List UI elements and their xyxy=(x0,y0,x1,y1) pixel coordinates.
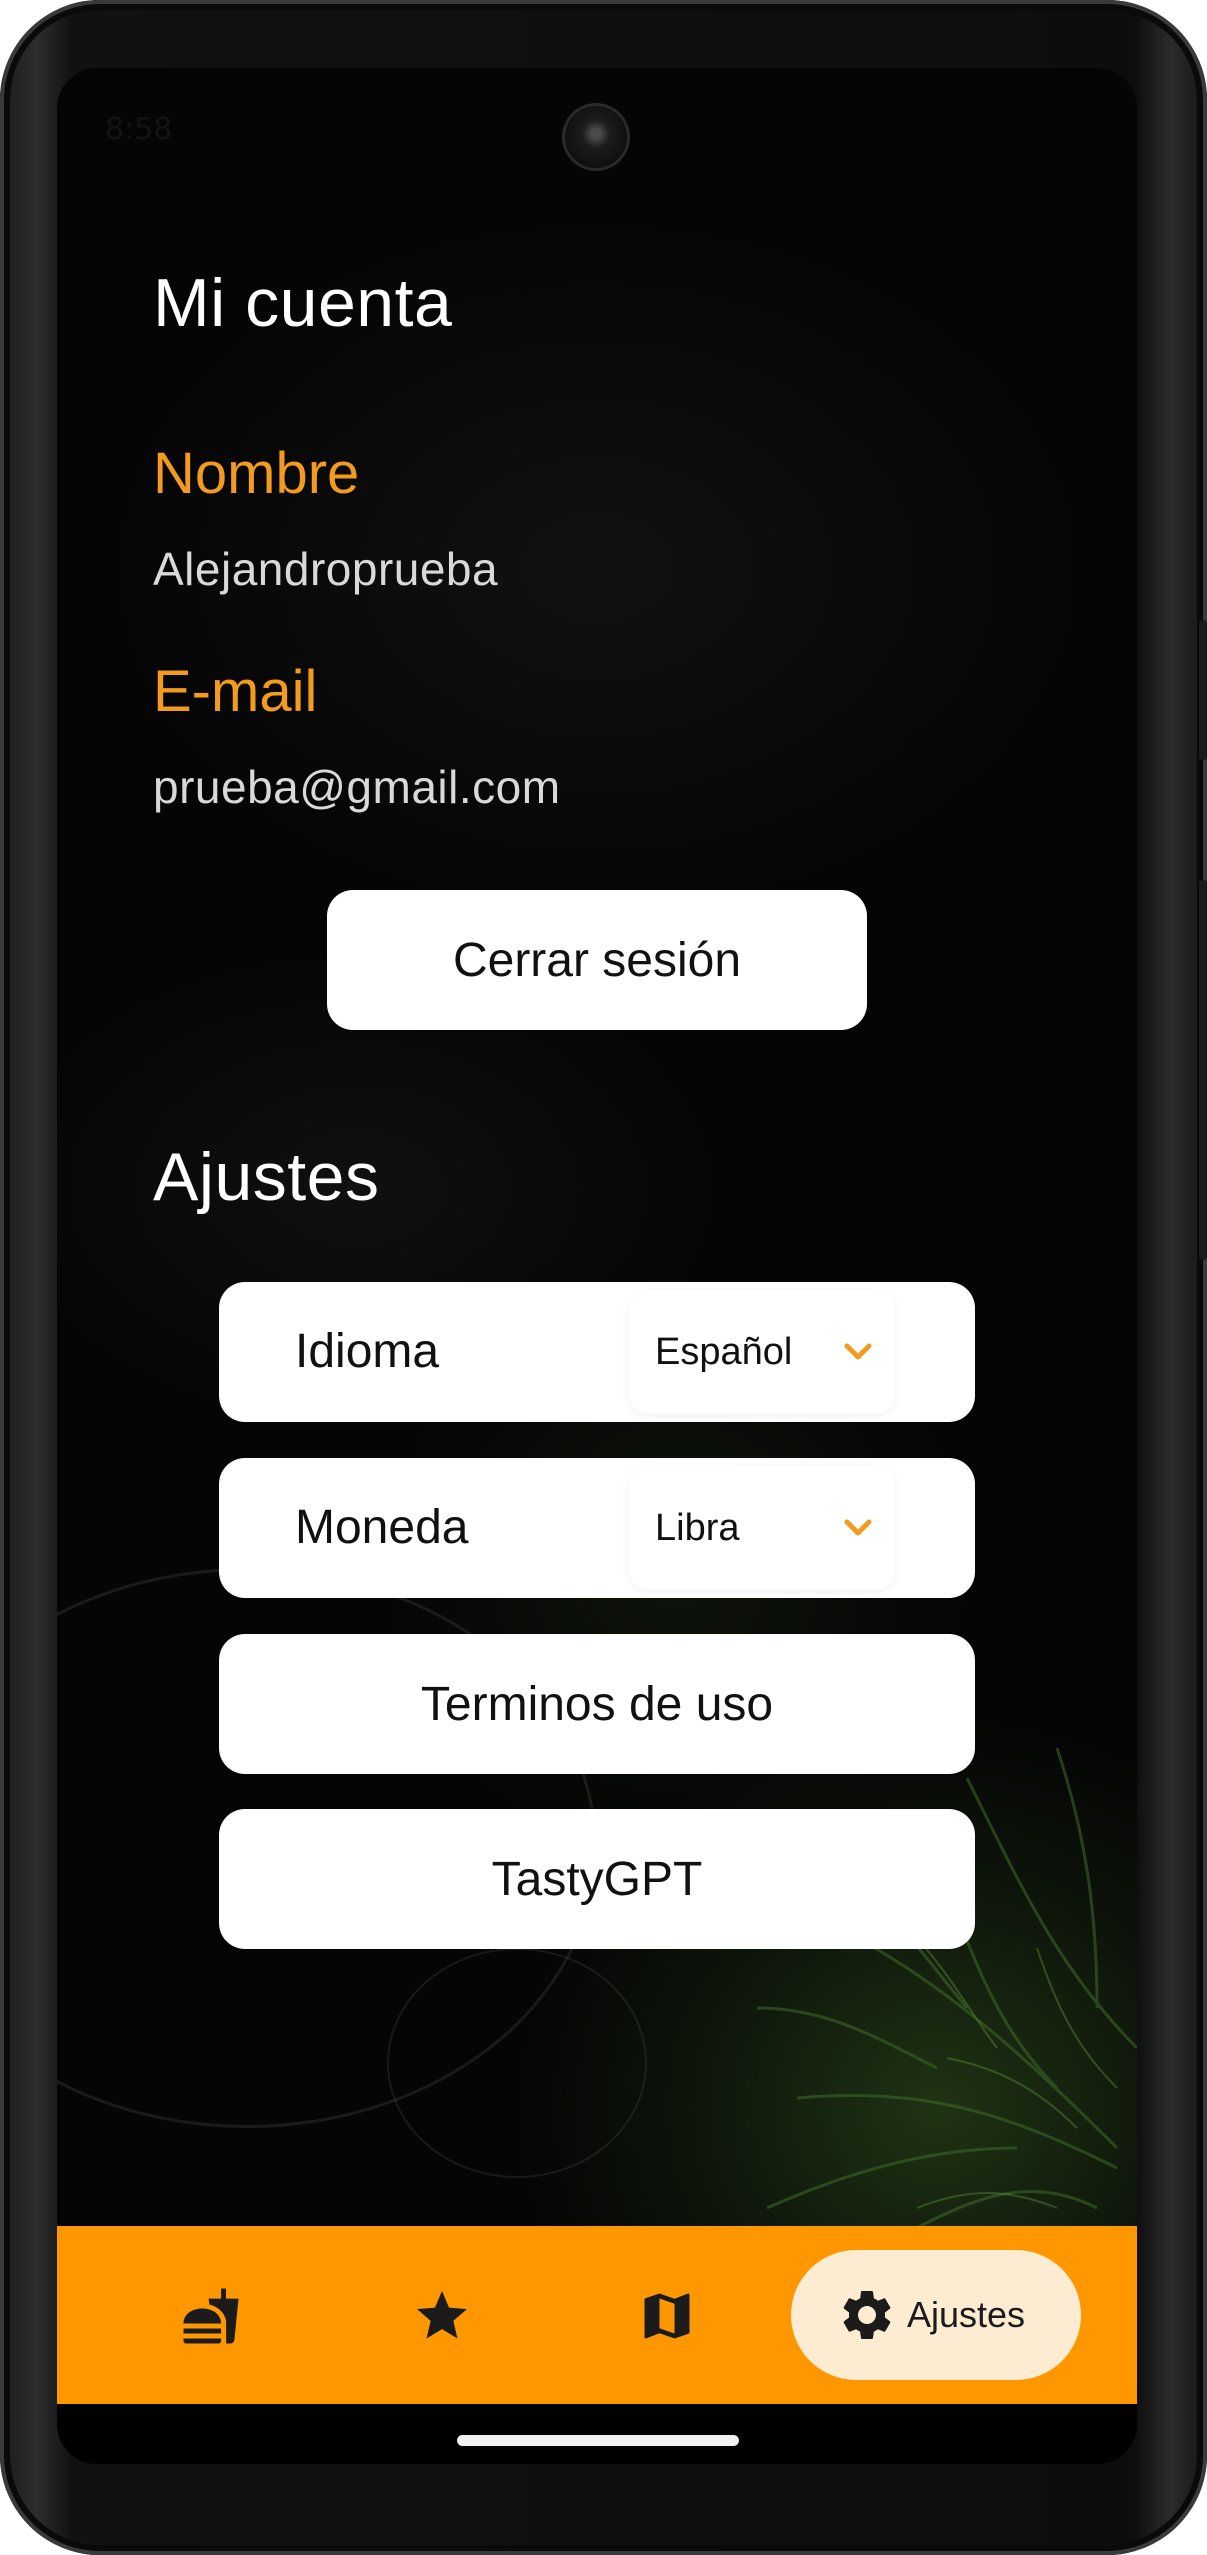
fastfood-icon xyxy=(183,2288,239,2344)
nav-item-settings[interactable]: Ajustes xyxy=(791,2250,1081,2380)
language-select[interactable]: Español xyxy=(629,1290,895,1414)
bottom-navigation: Ajustes xyxy=(57,2226,1137,2404)
phone-frame: 8:58 Mi cuenta Nombre Alejandroprueba E-… xyxy=(0,0,1207,2555)
email-label: E-mail xyxy=(153,659,318,724)
email-value: prueba@gmail.com xyxy=(153,761,561,813)
logout-button[interactable]: Cerrar sesión xyxy=(327,890,867,1030)
currency-row: Moneda Libra xyxy=(219,1458,975,1598)
account-title: Mi cuenta xyxy=(153,265,453,341)
language-row: Idioma Español xyxy=(219,1282,975,1422)
name-value: Alejandroprueba xyxy=(153,543,499,595)
currency-select[interactable]: Libra xyxy=(629,1466,895,1590)
nav-item-settings-label: Ajustes xyxy=(907,2294,1026,2335)
nav-item-favorites[interactable] xyxy=(347,2226,537,2404)
tastygpt-button[interactable]: TastyGPT xyxy=(219,1809,975,1949)
gesture-area xyxy=(57,2404,1137,2464)
currency-selected: Libra xyxy=(655,1507,740,1549)
home-indicator[interactable] xyxy=(457,2435,739,2446)
name-label: Nombre xyxy=(153,441,360,506)
nav-item-recipes[interactable] xyxy=(117,2226,307,2404)
settings-title: Ajustes xyxy=(153,1139,380,1215)
chevron-down-icon xyxy=(844,1343,872,1360)
star-icon xyxy=(417,2291,467,2339)
chevron-down-icon xyxy=(844,1519,872,1536)
status-time: 8:58 xyxy=(105,112,173,147)
front-camera xyxy=(565,106,627,168)
terms-button[interactable]: Terminos de uso xyxy=(219,1634,975,1774)
currency-label: Moneda xyxy=(295,1501,469,1554)
nav-item-map[interactable] xyxy=(577,2226,767,2404)
power-button xyxy=(1199,620,1207,760)
volume-button xyxy=(1199,880,1207,1260)
language-selected: Español xyxy=(655,1331,793,1373)
map-icon xyxy=(644,2293,690,2339)
gear-icon xyxy=(843,2291,891,2339)
app-screen: 8:58 Mi cuenta Nombre Alejandroprueba E-… xyxy=(57,68,1137,2464)
language-label: Idioma xyxy=(295,1325,440,1378)
